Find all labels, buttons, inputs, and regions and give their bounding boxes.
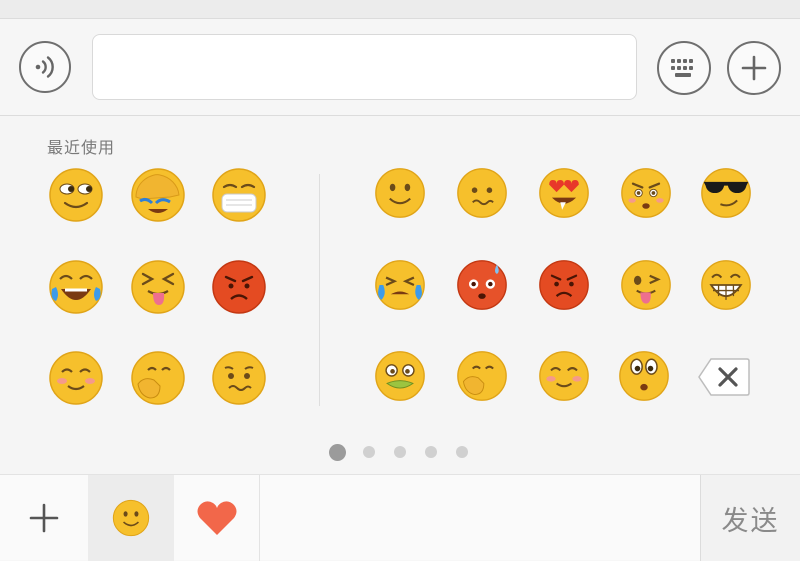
emoji-smirk-eyes-side[interactable]	[48, 167, 104, 223]
page-dot-1[interactable]	[329, 444, 346, 461]
emoji-embarrassed-red[interactable]	[456, 259, 508, 311]
emoji-wink-tongue[interactable]	[620, 259, 672, 311]
add-sticker-button[interactable]	[0, 475, 88, 561]
heart-icon	[197, 501, 236, 535]
emoji-tears-of-joy[interactable]	[48, 259, 104, 315]
emoji-blush[interactable]	[48, 350, 104, 406]
voice-icon	[35, 56, 54, 78]
backspace-icon[interactable]	[697, 357, 751, 397]
send-button[interactable]: 发送	[700, 475, 800, 561]
emoji-angry-red[interactable]	[538, 259, 590, 311]
emoji-panel: 最近使用	[0, 116, 800, 474]
emoji-mask[interactable]	[211, 167, 267, 223]
keyboard-button[interactable]	[657, 41, 711, 95]
more-button[interactable]	[727, 41, 781, 95]
tab-emoji[interactable]	[88, 475, 174, 561]
emoji-grin-teeth[interactable]	[700, 259, 752, 311]
emoji-angry-red[interactable]	[211, 259, 267, 315]
page-dot-4[interactable]	[425, 446, 437, 458]
emoji-heart-eyes[interactable]	[538, 167, 590, 219]
emoji-smile[interactable]	[374, 167, 426, 219]
page-dot-5[interactable]	[456, 446, 468, 458]
chat-input-bar	[0, 18, 800, 116]
page-dot-2[interactable]	[363, 446, 375, 458]
emoji-crying-loud[interactable]	[374, 259, 426, 311]
section-divider	[319, 174, 320, 406]
emoji-tongue-squint[interactable]	[130, 259, 186, 315]
tab-favorites[interactable]	[174, 475, 260, 561]
message-input[interactable]	[92, 34, 637, 100]
top-strip	[0, 0, 800, 18]
emoji-angry-frown[interactable]	[620, 167, 672, 219]
emoji-wavy-mouth[interactable]	[211, 350, 267, 406]
emoji-sick[interactable]	[374, 350, 426, 402]
voice-button[interactable]	[19, 41, 71, 93]
emoji-wavy-mouth[interactable]	[456, 167, 508, 219]
emoji-tab-bar: 发送	[0, 474, 800, 561]
plus-icon	[29, 503, 59, 533]
keyboard-icon	[671, 59, 693, 77]
emoji-eyes-wide[interactable]	[618, 350, 670, 402]
recent-label: 最近使用	[47, 138, 116, 157]
emoji-facepalm[interactable]	[130, 167, 186, 223]
smiley-icon	[112, 499, 150, 537]
plus-icon	[741, 55, 767, 81]
emoji-blush[interactable]	[538, 350, 590, 402]
page-indicator	[0, 444, 800, 461]
page-dot-3[interactable]	[394, 446, 406, 458]
emoji-shy-hand[interactable]	[456, 350, 508, 402]
emoji-sunglasses[interactable]	[700, 167, 752, 219]
emoji-shy-hand[interactable]	[130, 350, 186, 406]
